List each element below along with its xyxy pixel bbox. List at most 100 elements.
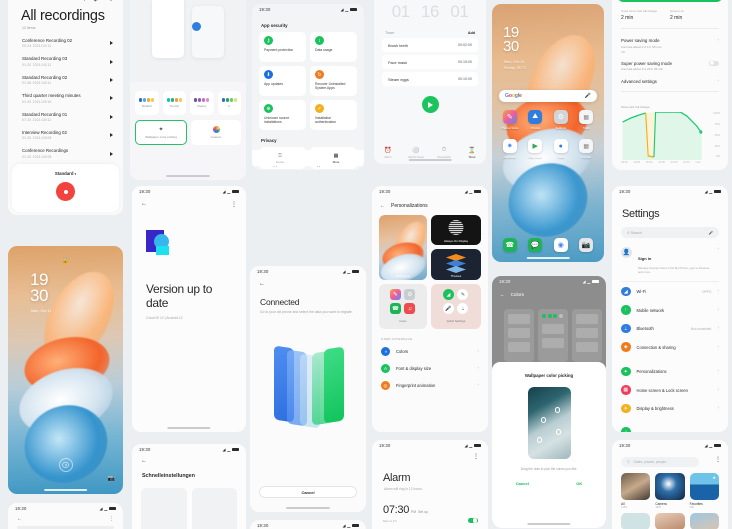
row-fingerprint-animation[interactable]: ◎ Fingerprint animation ›: [372, 377, 488, 394]
search-input[interactable]: ⚲ Search 🎤: [621, 227, 719, 238]
list-item[interactable]: Standard Recording 01 07:20 2021/10/11: [8, 108, 123, 126]
preview-tile[interactable]: [191, 488, 237, 529]
security-tile[interactable]: ⬇ App updates: [259, 66, 306, 96]
cancel-button[interactable]: Cancel: [259, 486, 357, 498]
album-thumbnail[interactable]: [655, 513, 685, 529]
back-icon[interactable]: ←: [250, 277, 366, 287]
ok-button[interactable]: OK: [576, 481, 582, 486]
date-weather-widget[interactable]: Mon, Oct 11 Sunny, 26 °C: [504, 60, 526, 71]
app-tools[interactable]: ▦ Tools: [574, 110, 600, 130]
app-theme-store[interactable]: ✎ Theme Store: [497, 110, 523, 130]
tab-world-clock[interactable]: ⚪ World Clock: [402, 147, 430, 159]
color-dot-handle[interactable]: [555, 429, 561, 435]
more-icon[interactable]: ⋮: [372, 451, 488, 460]
settings-row-mobile-network[interactable]: ↑ Mobile network ›: [612, 301, 728, 320]
camera-icon[interactable]: 📷: [579, 238, 594, 252]
record-button[interactable]: [56, 182, 75, 201]
album-all[interactable]: All 1253: [621, 473, 651, 509]
tile-quick-settings[interactable]: ◢ ✎ 🎤 ᛦ Quick Settings: [430, 284, 481, 329]
option-custom[interactable]: Custom: [191, 120, 241, 145]
row-colors[interactable]: ◑ Colors ›: [372, 343, 488, 360]
settings-row-connection-sharing[interactable]: ◈ Connection & sharing ›: [612, 338, 728, 357]
start-timer-button[interactable]: [421, 96, 439, 113]
color-dot-handle[interactable]: [536, 437, 542, 443]
wallpaper-preview[interactable]: [527, 387, 571, 459]
preview-card[interactable]: [504, 309, 534, 362]
play-icon[interactable]: [110, 77, 113, 82]
list-item[interactable]: Standard Recording 03 01:20 2021/10/11: [8, 52, 123, 70]
volume-icon[interactable]: 🔈: [94, 0, 101, 2]
color-dot-handle[interactable]: [540, 417, 546, 423]
search-input[interactable]: ⚲ Dates, places, people...: [621, 457, 699, 467]
palette-other[interactable]: C: [217, 91, 241, 115]
more-icon[interactable]: ⋮: [109, 516, 114, 522]
tab-timer[interactable]: ⌛ Timer: [458, 147, 486, 159]
timer-preset-row[interactable]: Steam eggs 00:10:00: [382, 72, 478, 86]
play-icon[interactable]: [110, 133, 113, 138]
more-icon[interactable]: ⋮: [231, 201, 237, 208]
settings-row-personalizations[interactable]: ✦ Personalizations ›: [612, 362, 728, 381]
alarm-row[interactable]: 07:30 PM Set up Mon to Fri: [372, 491, 488, 523]
preview-card-selected[interactable]: [538, 309, 568, 362]
microphone-icon[interactable]: 🎤: [709, 231, 713, 235]
fingerprint-icon[interactable]: [58, 458, 73, 472]
security-tile[interactable]: ✓ Installation authentication: [310, 100, 357, 130]
wallpaper-preview-b[interactable]: [192, 6, 224, 58]
preview-tile[interactable]: [141, 488, 187, 529]
list-item[interactable]: Conference Recording 02 00:24 2021/10/11: [8, 34, 123, 52]
advanced-settings-row[interactable]: Advanced settings ›: [612, 71, 728, 85]
album-thumbnail[interactable]: [689, 513, 719, 529]
tab-alarm[interactable]: ⏰ Alarm: [374, 147, 402, 159]
phone-icon[interactable]: ☎: [502, 238, 517, 252]
super-power-saving-toggle[interactable]: [709, 60, 719, 66]
more-icon[interactable]: ⋮: [708, 456, 728, 463]
palette-default[interactable]: Default: [135, 91, 159, 115]
play-icon[interactable]: [110, 96, 113, 101]
option-wallpaper-color-picking[interactable]: ✦ Wallpaper color picking: [135, 120, 187, 145]
list-item[interactable]: Standard Recording 02 01:36 2021/10/11: [8, 71, 123, 89]
list-item[interactable]: Interview Recording 02 01:20 2021/10/08: [8, 126, 123, 144]
search-bar[interactable]: Google 🎤: [499, 90, 597, 102]
tile-icons[interactable]: ✎ ⚙ ☎ ♫ Icons: [379, 284, 427, 329]
app-google-folder[interactable]: ▦ Google: [574, 139, 600, 159]
alarm-toggle[interactable]: [468, 517, 478, 523]
camera-icon[interactable]: 📷: [108, 475, 115, 482]
app-settings[interactable]: ⚙ Settings: [548, 110, 574, 130]
album-camera[interactable]: Camera 1487: [655, 473, 685, 509]
wallpaper-preview-a[interactable]: [152, 0, 184, 58]
add-preset-button[interactable]: Add: [468, 31, 475, 35]
row-font-display[interactable]: A Font & display size ›: [372, 360, 488, 377]
app-play-store[interactable]: ▶ Play Store: [523, 139, 549, 159]
preview-card[interactable]: [572, 309, 602, 362]
clock-widget[interactable]: 19 30: [503, 25, 519, 55]
timer-preset-row[interactable]: Face mask 00:15:00: [382, 55, 478, 69]
tile-always-on-display[interactable]: Always-On Display: [430, 215, 481, 245]
security-tile[interactable]: ⊕ Unknown source installations: [259, 100, 306, 130]
palette-trendy[interactable]: Trendy: [162, 91, 186, 115]
list-item[interactable]: Third quarter meeting minutes 01:20 2021/…: [8, 89, 123, 107]
security-tile[interactable]: ⚷ Payment protection: [259, 32, 306, 62]
messages-icon[interactable]: 💬: [528, 238, 543, 252]
security-tile[interactable]: ↻ Recover Uninstalled System Apps: [310, 66, 357, 96]
back-icon[interactable]: ←: [17, 516, 22, 522]
settings-row-home-lock-screen[interactable]: ▦ Home screen & Lock screen ›: [612, 381, 728, 400]
back-icon[interactable]: ←: [132, 455, 246, 464]
play-icon[interactable]: [110, 59, 113, 64]
list-item[interactable]: Conference Recordings 01:20 2021/10/08: [8, 144, 123, 162]
power-saving-row[interactable]: Power saving mode Can last about 2 d 1 h…: [612, 36, 728, 54]
app-chat[interactable]: ● Chat: [548, 139, 574, 159]
tile-themes[interactable]: Themes: [430, 249, 481, 280]
recording-mode-selector[interactable]: Standard ▾: [12, 164, 119, 176]
chrome-icon[interactable]: ◉: [553, 238, 568, 252]
cancel-button[interactable]: Cancel: [516, 481, 529, 486]
palette-classy[interactable]: Classy: [190, 91, 214, 115]
tab-more[interactable]: ▦ More: [308, 150, 364, 166]
microphone-icon[interactable]: 🎤: [585, 93, 591, 99]
settings-row-wifi[interactable]: ◢ Wi-Fi OPPO ›: [612, 282, 728, 301]
timer-digits[interactable]: 01 16 01: [374, 0, 486, 22]
app-photos[interactable]: ⛰ Photos: [523, 110, 549, 130]
super-power-saving-row[interactable]: Super power saving mode Can last about 2…: [612, 54, 728, 71]
security-tile[interactable]: ↕ Data usage: [310, 32, 357, 62]
tile-wallpapers[interactable]: Wallpapers: [379, 215, 427, 280]
back-icon[interactable]: ←: [141, 201, 147, 208]
